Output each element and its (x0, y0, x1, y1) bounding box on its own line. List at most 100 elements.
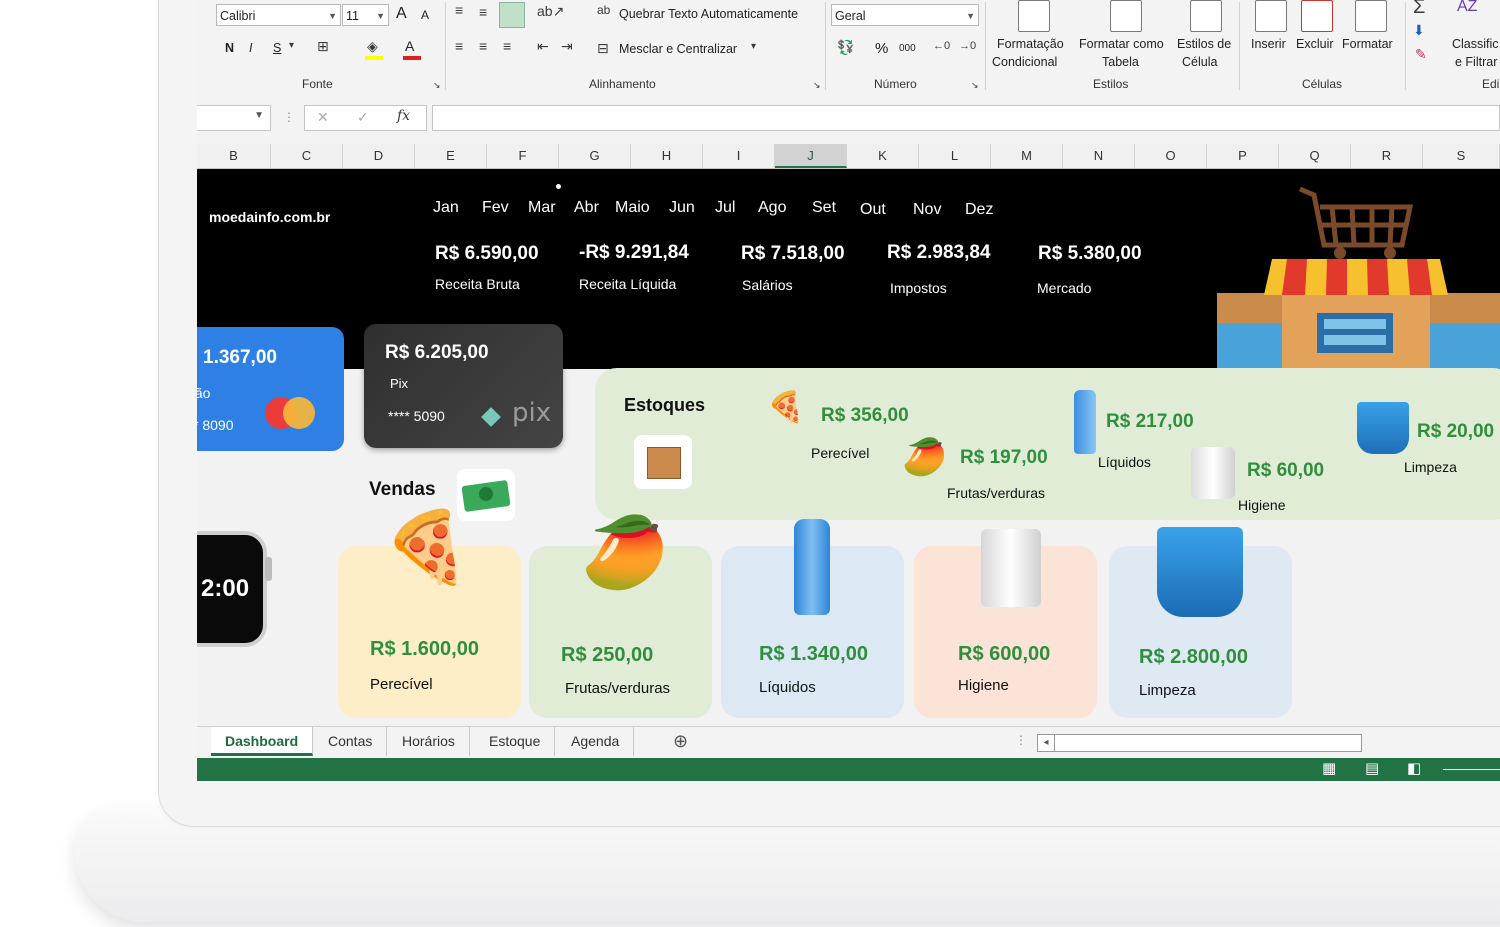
column-header[interactable]: N (1063, 144, 1135, 168)
decrease-indent-icon[interactable]: ⇤ (537, 38, 549, 55)
column-header[interactable]: B (197, 144, 271, 168)
cell-styles-line2[interactable]: Célula (1182, 55, 1217, 69)
sort-filter-icon[interactable]: AZ (1457, 0, 1477, 16)
month-item[interactable]: Jun (669, 199, 695, 217)
column-header[interactable]: I (703, 144, 775, 168)
number-format-select[interactable]: Geral ▼ (831, 4, 979, 26)
month-item[interactable]: Out (860, 201, 886, 219)
increase-indent-icon[interactable]: ⇥ (561, 38, 573, 55)
name-box[interactable]: ▼ (197, 105, 271, 131)
page-layout-icon[interactable]: ▤ (1365, 759, 1379, 777)
column-header[interactable]: G (559, 144, 631, 168)
month-item[interactable]: Dez (965, 201, 993, 219)
decrease-decimal-icon[interactable]: →0 (959, 40, 976, 52)
currency-icon[interactable]: 💱 (837, 39, 854, 56)
shrink-font-button[interactable]: A (421, 8, 429, 22)
orientation-icon[interactable]: ab↗ (537, 3, 564, 20)
month-item[interactable]: Abr (574, 199, 599, 217)
wrap-text-icon[interactable]: ab (597, 3, 610, 17)
dialog-launcher-icon[interactable]: ↘ (433, 80, 441, 91)
column-header[interactable]: O (1135, 144, 1207, 168)
zoom-slider[interactable] (1443, 769, 1500, 770)
percent-button[interactable]: % (875, 40, 888, 57)
month-item[interactable]: Nov (913, 201, 941, 219)
wrap-text-button[interactable]: Quebrar Texto Automaticamente (619, 7, 798, 21)
column-header[interactable]: D (343, 144, 415, 168)
month-item[interactable]: Fev (482, 199, 509, 217)
sort-filter-line1[interactable]: Classific (1452, 37, 1499, 51)
grow-font-button[interactable]: A (396, 5, 407, 23)
merge-icon[interactable]: ⊟ (597, 40, 609, 57)
increase-decimal-icon[interactable]: ←0 (933, 40, 950, 52)
delete-cells-icon[interactable] (1301, 0, 1333, 32)
cell-styles-line1[interactable]: Estilos de (1177, 37, 1231, 51)
pix-card[interactable]: R$ 6.205,00 Pix **** 5090 pix (364, 324, 563, 448)
cancel-icon[interactable]: ✕ (317, 109, 329, 126)
thousands-button[interactable]: 000 (899, 43, 916, 54)
format-table-icon[interactable] (1110, 0, 1142, 32)
align-middle-icon[interactable]: ≡ (479, 4, 487, 20)
font-color-icon[interactable]: A (405, 38, 414, 54)
month-item[interactable]: Set (812, 199, 836, 217)
dialog-launcher-icon[interactable]: ↘ (813, 80, 821, 91)
tab-estoque[interactable]: Estoque (475, 727, 556, 756)
fill-color-icon[interactable]: ◈ (367, 38, 378, 55)
tab-agenda[interactable]: Agenda (557, 727, 635, 756)
cell-styles-icon[interactable] (1190, 0, 1222, 32)
italic-button[interactable]: I (249, 41, 252, 55)
cond-format-line2[interactable]: Condicional (992, 55, 1057, 69)
insert-function-icon[interactable]: fx (397, 108, 410, 124)
add-sheet-icon[interactable]: ⊕ (673, 731, 688, 752)
format-table-line1[interactable]: Formatar como (1079, 37, 1164, 51)
bold-button[interactable]: N (225, 41, 234, 55)
format-table-line2[interactable]: Tabela (1102, 55, 1139, 69)
dialog-launcher-icon[interactable]: ↘ (971, 80, 979, 91)
underline-button[interactable]: S (273, 41, 281, 55)
insert-button[interactable]: Inserir (1251, 37, 1286, 51)
tab-contas[interactable]: Contas (314, 727, 388, 756)
chevron-down-icon[interactable]: ▾ (289, 40, 294, 51)
column-header[interactable]: R (1351, 144, 1423, 168)
format-button[interactable]: Formatar (1342, 37, 1393, 51)
align-right-icon[interactable]: ≡ (503, 38, 511, 54)
delete-button[interactable]: Excluir (1296, 37, 1334, 51)
month-item[interactable]: Ago (758, 199, 786, 217)
clear-icon[interactable]: ✎ (1415, 46, 1427, 63)
borders-icon[interactable]: ⊞ (317, 38, 329, 55)
month-item[interactable]: Jan (433, 199, 459, 217)
merge-center-button[interactable]: Mesclar e Centralizar (619, 42, 737, 56)
align-top-icon[interactable]: ≡ (455, 2, 463, 18)
column-header[interactable]: Q (1279, 144, 1351, 168)
chevron-down-icon[interactable]: ▾ (751, 41, 756, 52)
font-size-select[interactable]: 11 ▼ (342, 4, 389, 26)
sort-filter-line2[interactable]: e Filtrar (1455, 55, 1497, 69)
enter-icon[interactable]: ✓ (357, 109, 369, 126)
tab-splitter-icon[interactable]: ⋮ (1015, 733, 1027, 747)
month-item[interactable]: Jul (715, 199, 735, 217)
cond-format-line1[interactable]: Formatação (997, 37, 1064, 51)
column-header[interactable]: S (1423, 144, 1500, 168)
scroll-left-button[interactable]: ◂ (1037, 734, 1055, 752)
tab-dashboard[interactable]: Dashboard (211, 727, 314, 756)
align-left-icon[interactable]: ≡ (455, 38, 463, 54)
column-header[interactable]: P (1207, 144, 1279, 168)
formula-input[interactable] (432, 105, 1500, 131)
align-bottom-button[interactable] (499, 2, 525, 28)
column-header[interactable]: H (631, 144, 703, 168)
insert-cells-icon[interactable] (1255, 0, 1287, 32)
tab-horarios[interactable]: Horários (388, 727, 470, 756)
horizontal-scrollbar[interactable] (1054, 734, 1362, 752)
fill-down-icon[interactable]: ⬇ (1413, 22, 1425, 39)
column-header-selected[interactable]: J (775, 144, 847, 168)
font-name-select[interactable]: Calibri ▼ (216, 4, 341, 26)
column-header[interactable]: F (487, 144, 559, 168)
column-header[interactable]: E (415, 144, 487, 168)
column-header[interactable]: M (991, 144, 1063, 168)
column-header[interactable]: L (919, 144, 991, 168)
conditional-format-icon[interactable] (1018, 0, 1050, 32)
column-header[interactable]: K (847, 144, 919, 168)
align-center-icon[interactable]: ≡ (479, 38, 487, 54)
normal-view-icon[interactable]: ▦ (1322, 759, 1336, 777)
credit-card-blue[interactable]: 1.367,00 tão * 8090 (197, 327, 344, 451)
autosum-icon[interactable]: Σ (1413, 0, 1425, 19)
